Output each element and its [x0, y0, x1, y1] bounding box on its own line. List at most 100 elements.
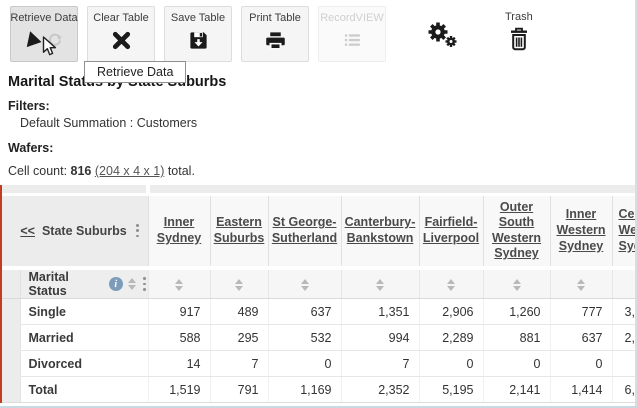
column-header-row: << State Suburbs Inner Sydney Eastern Su… [2, 194, 637, 268]
column-menu-icon[interactable] [134, 223, 141, 238]
data-cell [612, 351, 637, 377]
sort-cell [483, 268, 550, 299]
data-cell: 1,169 [268, 377, 341, 403]
data-cell: 7 [210, 351, 268, 377]
data-cell: 1,260 [483, 299, 550, 325]
column-header[interactable]: St George-Sutherland [268, 194, 341, 268]
data-cell: 6, [612, 377, 637, 403]
corner-header-cell: << State Suburbs [2, 194, 148, 268]
clear-table-button[interactable]: Clear Table [87, 6, 155, 62]
trash-icon[interactable] [507, 26, 531, 57]
data-cell: 637 [550, 325, 612, 351]
sort-toggle-icon[interactable] [447, 279, 455, 291]
recordview-button: RecordVIEW [318, 6, 386, 62]
data-cell: 994 [341, 325, 419, 351]
row-menu-icon[interactable] [141, 276, 148, 291]
row-label: Single [20, 299, 148, 325]
table-row: Single 917 489 637 1,351 2,906 1,260 777… [2, 299, 637, 325]
sort-toggle-icon[interactable] [235, 279, 243, 291]
cell-count-link[interactable]: (204 x 4 x 1) [95, 164, 164, 178]
column-header[interactable]: Inner Western Sydney [550, 194, 612, 268]
data-cell: 5,195 [419, 377, 483, 403]
data-cell: 2,352 [341, 377, 419, 403]
sort-cell [419, 268, 483, 299]
filters-label: Filters: [8, 99, 637, 113]
sort-cell [341, 268, 419, 299]
gutter-cell [2, 325, 20, 351]
column-header[interactable]: Inner Sydney [148, 194, 210, 268]
table-row: Total 1,519 791 1,169 2,352 5,195 2,141 … [2, 377, 637, 403]
print-table-button[interactable]: Print Table [241, 6, 309, 62]
cell-count-line: Cell count: 816 (204 x 4 x 1) total. [8, 164, 637, 178]
data-cell: 2, [612, 325, 637, 351]
x-icon [111, 30, 132, 56]
data-cell: 0 [550, 351, 612, 377]
sort-toggle-icon[interactable] [376, 279, 384, 291]
trash-control: Trash [505, 6, 533, 57]
row-dimension-label: Marital Status [29, 270, 104, 298]
recordview-label: RecordVIEW [320, 12, 384, 24]
row-dimension-row: Marital Status i [2, 268, 637, 299]
sort-cell [148, 268, 210, 299]
column-header[interactable]: Fairfield-Liverpool [419, 194, 483, 268]
data-cell: 917 [148, 299, 210, 325]
data-cell: 881 [483, 325, 550, 351]
gutter-cell [2, 299, 20, 325]
data-cell: 0 [419, 351, 483, 377]
crosstab-table: << State Suburbs Inner Sydney Eastern Su… [0, 185, 637, 403]
data-cell: 14 [148, 351, 210, 377]
sort-toggle-icon[interactable] [175, 279, 183, 291]
data-cell: 791 [210, 377, 268, 403]
sort-cell [268, 268, 341, 299]
row-label: Married [20, 325, 148, 351]
sort-toggle-icon[interactable] [577, 279, 585, 291]
row-label: Total [20, 377, 148, 403]
corner-header-label: State Suburbs [42, 224, 127, 238]
save-table-button[interactable]: Save Table [164, 6, 232, 62]
gutter-cell [2, 351, 20, 377]
clear-table-label: Clear Table [93, 12, 148, 24]
data-cell: 0 [268, 351, 341, 377]
column-header[interactable]: Outer South Western Sydney [483, 194, 550, 268]
table-row: Divorced 14 7 0 7 0 0 0 [2, 351, 637, 377]
column-header[interactable]: Eastern Suburbs [210, 194, 268, 268]
cell-count-suffix: total. [164, 164, 195, 178]
tooltip-text: Retrieve Data [97, 65, 173, 79]
sort-toggle-icon[interactable] [128, 278, 136, 290]
tooltip: Retrieve Data [84, 61, 186, 83]
data-cell: 2,289 [419, 325, 483, 351]
cell-count-prefix: Cell count: [8, 164, 71, 178]
printer-icon [265, 30, 286, 56]
info-icon[interactable]: i [109, 277, 123, 291]
toolbar: Retrieve Data Clear Table Save Table [0, 0, 637, 66]
data-cell: 0 [483, 351, 550, 377]
data-cell: 489 [210, 299, 268, 325]
data-cell: 2,906 [419, 299, 483, 325]
sort-toggle-icon[interactable] [513, 279, 521, 291]
gutter-cell [2, 268, 20, 299]
table-top-strip [2, 185, 637, 194]
data-cell: 777 [550, 299, 612, 325]
sort-toggle-icon[interactable] [301, 279, 309, 291]
collapse-columns-link[interactable]: << [20, 224, 35, 238]
data-cell: 1,351 [341, 299, 419, 325]
list-icon [342, 30, 363, 56]
data-cell: 1,519 [148, 377, 210, 403]
data-cell: 3, [612, 299, 637, 325]
data-cell: 295 [210, 325, 268, 351]
mouse-cursor-icon [42, 36, 59, 63]
row-dimension-cell: Marital Status i [20, 268, 148, 299]
table-row: Married 588 295 532 994 2,289 881 637 2, [2, 325, 637, 351]
data-cell: 2,141 [483, 377, 550, 403]
row-label: Divorced [20, 351, 148, 377]
data-cell: 532 [268, 325, 341, 351]
sort-cell [210, 268, 268, 299]
save-icon [188, 30, 209, 56]
trash-label: Trash [505, 11, 533, 23]
column-header[interactable]: Canterbury-Bankstown [341, 194, 419, 268]
filters-value: Default Summation : Customers [20, 116, 637, 130]
column-header[interactable]: Cen Wes Syd [612, 194, 637, 268]
print-table-label: Print Table [249, 12, 301, 24]
settings-gears-icon[interactable] [425, 20, 459, 54]
data-cell: 1,414 [550, 377, 612, 403]
